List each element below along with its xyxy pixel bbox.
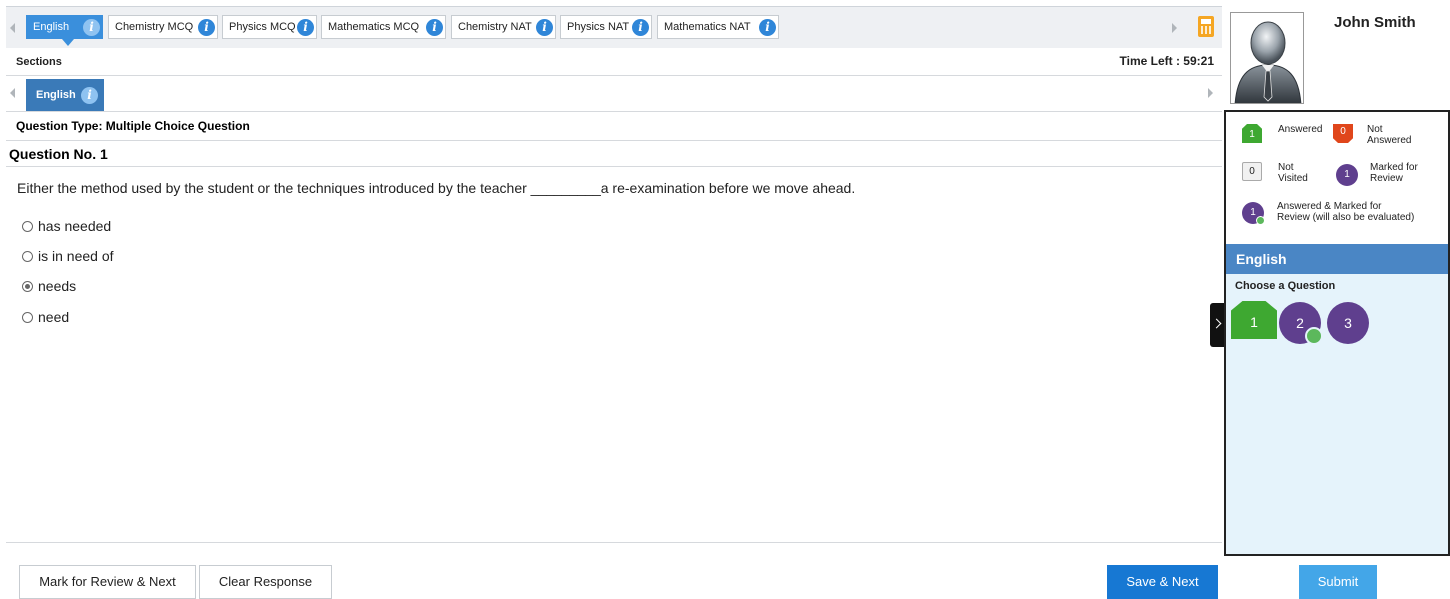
question-palette: Choose a Question 1 2 3 bbox=[1224, 274, 1450, 556]
info-icon[interactable]: i bbox=[759, 19, 776, 36]
section-tab-mathematics-nat[interactable]: Mathematics NAT i bbox=[657, 15, 779, 39]
save-next-button[interactable]: Save & Next bbox=[1107, 565, 1218, 599]
tick-icon bbox=[1256, 216, 1265, 225]
question-button-3[interactable]: 3 bbox=[1327, 302, 1369, 344]
scroll-subtabs-right-icon[interactable] bbox=[1208, 88, 1213, 98]
sections-label: Sections bbox=[16, 56, 62, 68]
calculator-icon[interactable] bbox=[1198, 16, 1214, 37]
question-number-bar: Question No. 1 bbox=[6, 140, 1222, 167]
section-tab-bar: English i Chemistry MCQ i Physics MCQ i … bbox=[6, 6, 1222, 48]
not-answered-badge-icon: 0 bbox=[1333, 124, 1353, 143]
legend-answered-label: Answered bbox=[1278, 124, 1323, 135]
section-tab-mathematics-mcq[interactable]: Mathematics MCQ i bbox=[321, 15, 446, 39]
section-tab-label: Physics NAT bbox=[567, 21, 630, 33]
answered-badge-icon: 1 bbox=[1242, 124, 1262, 143]
section-tab-english[interactable]: English i bbox=[26, 15, 103, 39]
radio-icon[interactable] bbox=[22, 281, 33, 292]
time-left: Time Left : 59:21 bbox=[1119, 54, 1214, 68]
scroll-tabs-left-icon[interactable] bbox=[10, 23, 15, 33]
clear-response-button[interactable]: Clear Response bbox=[199, 565, 332, 599]
not-visited-badge-icon: 0 bbox=[1242, 162, 1262, 181]
submit-button[interactable]: Submit bbox=[1299, 565, 1377, 599]
info-icon[interactable]: i bbox=[536, 19, 553, 36]
section-tab-label: Chemistry MCQ bbox=[115, 21, 194, 33]
avatar-icon bbox=[1230, 12, 1304, 104]
info-icon[interactable]: i bbox=[297, 19, 314, 36]
section-tab-label: English bbox=[33, 21, 70, 33]
marked-badge-icon: 1 bbox=[1336, 164, 1358, 186]
section-tab-physics-mcq[interactable]: Physics MCQ i bbox=[222, 15, 317, 39]
active-tab-caret bbox=[62, 39, 74, 46]
scroll-subtabs-left-icon[interactable] bbox=[10, 88, 15, 98]
palette-section-title: English bbox=[1224, 244, 1450, 274]
option-label: is in need of bbox=[38, 248, 114, 264]
info-icon[interactable]: i bbox=[81, 87, 98, 104]
question-panel: English i Chemistry MCQ i Physics MCQ i … bbox=[6, 6, 1224, 599]
subsection-tab-bar: English i bbox=[6, 76, 1222, 112]
info-icon[interactable]: i bbox=[198, 19, 215, 36]
profile-header: John Smith bbox=[1224, 6, 1450, 112]
mark-review-next-button[interactable]: Mark for Review & Next bbox=[19, 565, 196, 599]
legend-not-visited-label: Not Visited bbox=[1278, 162, 1308, 184]
choose-question-label: Choose a Question bbox=[1235, 280, 1336, 292]
subsection-tab-english[interactable]: English i bbox=[26, 79, 104, 111]
section-tab-physics-nat[interactable]: Physics NAT i bbox=[560, 15, 652, 39]
info-icon[interactable]: i bbox=[632, 19, 649, 36]
info-icon[interactable]: i bbox=[426, 19, 443, 36]
radio-icon[interactable] bbox=[22, 221, 33, 232]
radio-icon[interactable] bbox=[22, 312, 33, 323]
section-tab-chemistry-mcq[interactable]: Chemistry MCQ i bbox=[108, 15, 218, 39]
legend-marked-label: Marked for Review bbox=[1370, 162, 1418, 184]
question-type: Question Type: Multiple Choice Question bbox=[16, 119, 250, 133]
action-bar: Mark for Review & Next Clear Response Sa… bbox=[6, 542, 1222, 599]
status-legend: 1 Answered 0 Not Answered 0 Not Visited … bbox=[1224, 112, 1450, 244]
tick-icon bbox=[1305, 327, 1323, 345]
scroll-tabs-right-icon[interactable] bbox=[1172, 23, 1177, 33]
section-tab-chemistry-nat[interactable]: Chemistry NAT i bbox=[451, 15, 556, 39]
sections-bar: Sections Time Left : 59:21 bbox=[6, 48, 1222, 76]
radio-icon[interactable] bbox=[22, 251, 33, 262]
legend-answered-marked-label: Answered & Marked for Review (will also … bbox=[1277, 201, 1415, 223]
section-tab-label: Mathematics MCQ bbox=[328, 21, 420, 33]
section-tab-label: Chemistry NAT bbox=[458, 21, 532, 33]
subsection-tab-label: English bbox=[36, 89, 76, 101]
info-icon[interactable]: i bbox=[83, 19, 100, 36]
section-tab-label: Physics MCQ bbox=[229, 21, 296, 33]
legend-not-answered-label: Not Answered bbox=[1367, 124, 1412, 146]
question-text: Either the method used by the student or… bbox=[17, 180, 856, 196]
question-number: Question No. 1 bbox=[9, 146, 108, 162]
option-label: need bbox=[38, 309, 70, 325]
option-label: needs bbox=[38, 278, 77, 294]
status-panel: John Smith 1 Answered 0 Not Answered 0 N… bbox=[1224, 6, 1450, 599]
section-tab-label: Mathematics NAT bbox=[664, 21, 751, 33]
question-button-1[interactable]: 1 bbox=[1231, 301, 1277, 339]
option-label: has needed bbox=[38, 218, 112, 234]
collapse-arrow-icon[interactable] bbox=[1210, 303, 1224, 347]
user-name: John Smith bbox=[1334, 14, 1416, 31]
